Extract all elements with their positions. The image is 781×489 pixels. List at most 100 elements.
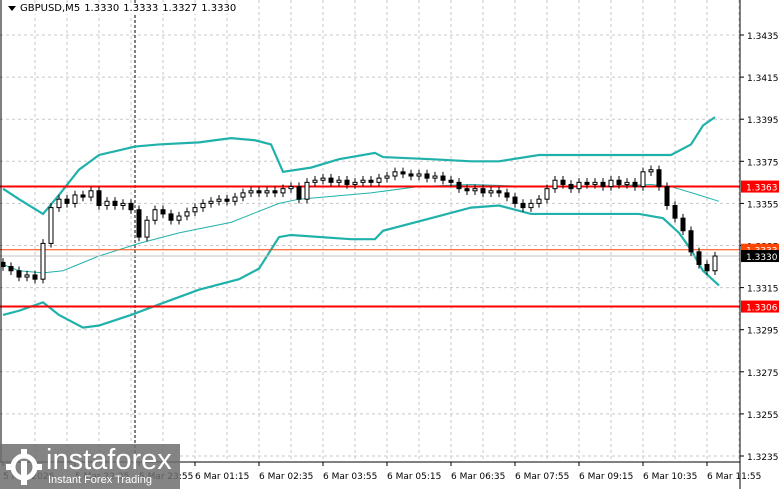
bull-candle [176, 215, 182, 221]
close-value: 1.3330 [201, 3, 237, 14]
bear-candle [16, 270, 22, 278]
x-tick-label: 6 Mar 02:35 [259, 472, 313, 482]
price-levels [0, 185, 740, 308]
watermark-tagline: Instant Forex Trading [48, 474, 152, 486]
bull-candle [352, 181, 358, 185]
bull-candle [72, 194, 78, 204]
bull-candle [592, 181, 598, 185]
bull-candle [712, 255, 718, 272]
axes [0, 0, 741, 489]
current-price-label: 1.3330 [746, 253, 778, 263]
bull-candle [488, 190, 494, 194]
bull-candle [248, 190, 254, 194]
bear-candle [456, 181, 462, 190]
bear-candle [256, 190, 262, 194]
low-value: 1.3327 [162, 3, 198, 14]
y-tick-label: 1.3315 [747, 285, 779, 295]
bull-candle [232, 196, 238, 202]
bear-candle [0, 261, 6, 268]
chart-header[interactable]: GBPUSD,M5 1.3330 1.3333 1.3327 1.3330 [6, 3, 243, 14]
bull-candle [416, 173, 422, 177]
bull-candle [576, 181, 582, 190]
symbol-label: GBPUSD,M5 [20, 3, 81, 14]
bear-candle [160, 209, 166, 215]
bull-candle [432, 175, 438, 179]
open-value: 1.3330 [84, 3, 120, 14]
bear-candle [512, 196, 518, 204]
bear-candle [600, 181, 606, 188]
bear-candle [616, 179, 622, 185]
y-tick-label: 1.3435 [747, 32, 779, 42]
bear-candle [656, 169, 662, 188]
price-chart[interactable]: 1.34351.34151.33951.33751.33551.33351.33… [0, 0, 781, 489]
bear-candle [568, 183, 574, 190]
bull-candle [152, 209, 158, 221]
bull-candle [120, 202, 126, 207]
bollinger-bands [2, 116, 720, 329]
dropdown-triangle-icon[interactable] [8, 5, 16, 11]
x-tick-label: 6 Mar 05:15 [387, 472, 441, 482]
y-tick-label: 1.3275 [747, 369, 779, 379]
level-price-label: 1.3306 [746, 304, 778, 314]
bear-candle [96, 190, 102, 207]
y-tick-label: 1.3415 [747, 74, 779, 84]
y-tick-label: 1.3295 [747, 327, 779, 337]
bull-candle [624, 181, 630, 185]
bear-candle [688, 230, 694, 253]
bear-candle [136, 209, 142, 238]
level-price-label: 1.3363 [746, 184, 778, 194]
bull-candle [216, 198, 222, 202]
bull-candle [336, 179, 342, 183]
x-tick-label: 6 Mar 11:55 [707, 472, 761, 482]
bollinger-lower-line [2, 204, 720, 329]
gear-logo-icon [6, 449, 42, 485]
bear-candle [128, 202, 134, 211]
bear-candle [408, 173, 414, 177]
bear-candle [440, 175, 446, 181]
bull-candle [200, 202, 206, 209]
watermark-brand: instaforex [46, 444, 172, 476]
bear-candle [560, 179, 566, 185]
bear-candle [296, 186, 302, 200]
bear-candle [584, 181, 590, 185]
x-tick-label: 6 Mar 09:15 [579, 472, 633, 482]
bull-candle [536, 198, 542, 204]
x-tick-label: 6 Mar 07:55 [515, 472, 569, 482]
bull-candle [24, 274, 30, 278]
bull-candle [544, 188, 550, 200]
bull-candle [384, 175, 390, 179]
bull-candle [608, 179, 614, 188]
bull-candle [552, 179, 558, 190]
bull-candle [528, 202, 534, 209]
bear-candle [424, 173, 430, 179]
high-value: 1.3333 [123, 3, 159, 14]
bull-candle [376, 177, 382, 183]
bollinger-middle-line [2, 183, 720, 274]
bear-candle [704, 263, 710, 272]
bull-candle [312, 179, 318, 183]
bull-candle [288, 186, 294, 190]
bull-candle [280, 188, 286, 194]
bull-candle [648, 169, 654, 173]
x-tick-label: 6 Mar 06:35 [451, 472, 505, 482]
y-tick-label: 1.3395 [747, 116, 779, 126]
x-tick-label: 6 Mar 01:15 [195, 472, 249, 482]
bear-candle [224, 198, 230, 202]
bear-candle [272, 190, 278, 194]
bull-candle [48, 207, 54, 244]
bull-candle [88, 190, 94, 198]
bull-candle [640, 171, 646, 188]
bull-candle [40, 242, 46, 280]
instaforex-watermark: instaforex Instant Forex Trading [0, 444, 180, 489]
bull-candle [192, 207, 198, 213]
y-tick-label: 1.3375 [747, 158, 779, 168]
bear-candle [344, 179, 350, 185]
candles [0, 165, 718, 284]
bull-candle [360, 179, 366, 183]
bear-candle [168, 213, 174, 221]
bear-candle [672, 205, 678, 219]
bull-candle [208, 200, 214, 204]
bear-candle [400, 171, 406, 175]
y-tick-label: 1.3235 [747, 453, 779, 463]
bear-candle [696, 251, 702, 265]
